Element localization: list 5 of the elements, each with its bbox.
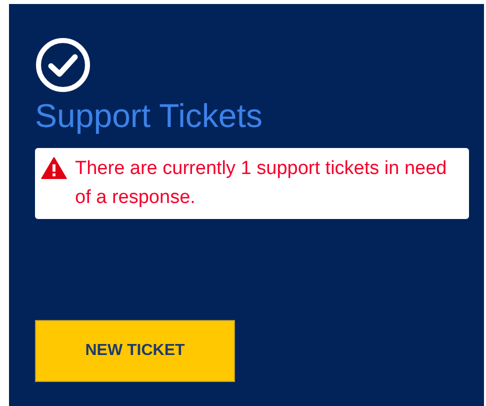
card-title: Support Tickets [35, 96, 262, 136]
alert-message: There are currently 1 support tickets in need of a response. [75, 157, 448, 210]
new-ticket-button[interactable]: NEW TICKET [35, 320, 235, 382]
warning-icon [41, 157, 67, 179]
check-circle-icon [35, 37, 91, 93]
